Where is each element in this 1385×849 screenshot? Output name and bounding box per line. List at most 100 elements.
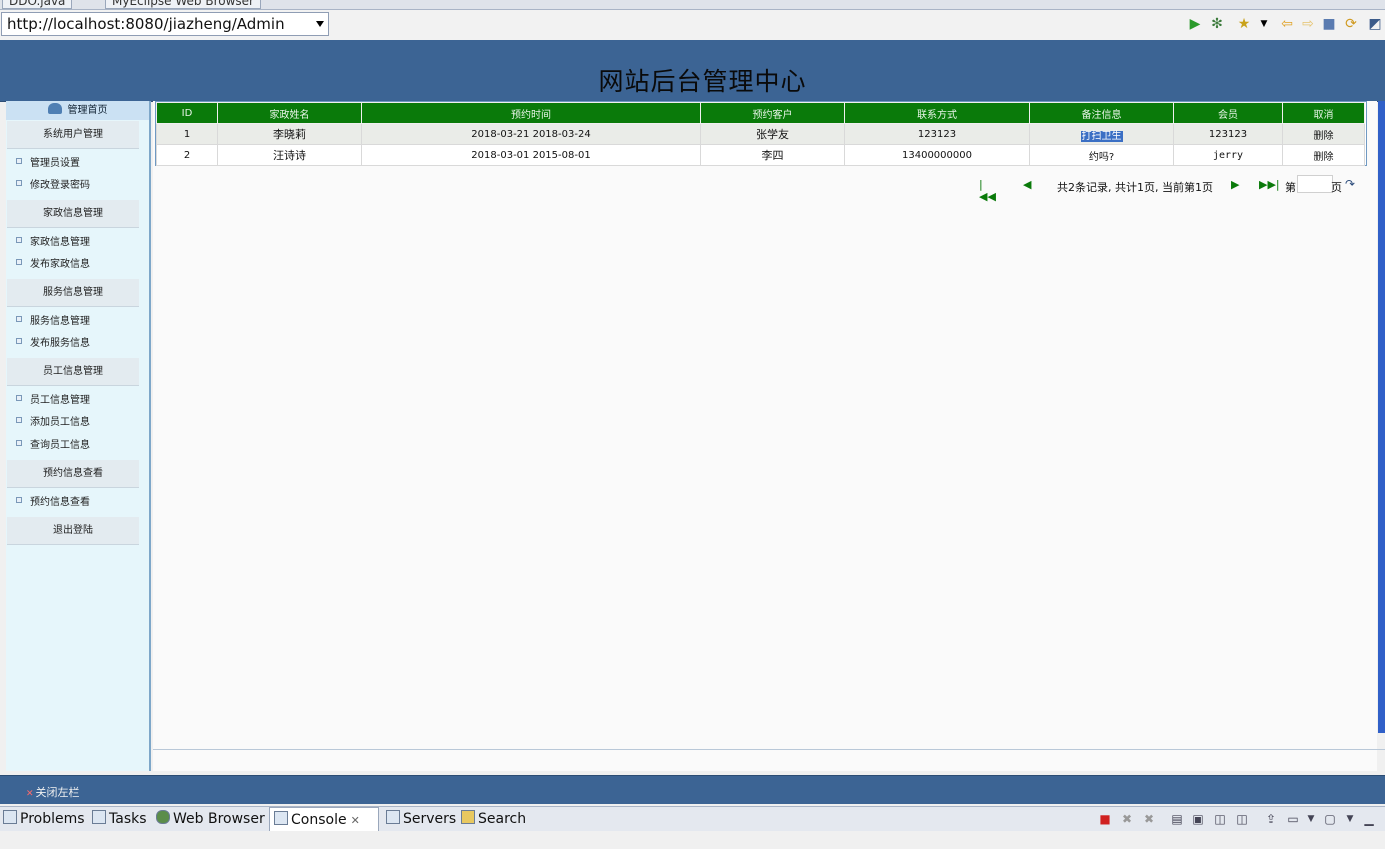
clear-console-icon[interactable]: ▤ xyxy=(1169,811,1185,827)
cell-id: 2 xyxy=(156,144,218,166)
vertical-scrollbar[interactable] xyxy=(1378,101,1385,733)
last-page-icon[interactable]: ▶▶| xyxy=(1259,179,1280,191)
footer-bar: ✕ 关闭左栏 xyxy=(0,775,1385,804)
table-header-row: ID 家政姓名 预约时间 预约客户 联系方式 备注信息 会员 取消 xyxy=(156,102,1365,124)
url-dropdown-icon[interactable] xyxy=(316,21,324,27)
sidebar-section-booking[interactable]: 预约信息查看 xyxy=(7,460,139,488)
tasks-icon xyxy=(92,810,106,824)
sidebar-item-service-manage[interactable]: 服务信息管理 xyxy=(16,315,90,329)
debug-icon[interactable]: ✻ xyxy=(1209,16,1225,32)
cell-customer: 李四 xyxy=(700,144,845,166)
cell-id: 1 xyxy=(156,123,218,145)
globe-icon xyxy=(156,810,170,824)
sidebar-item-staff-search[interactable]: 查询员工信息 xyxy=(16,439,90,453)
page-header: 网站后台管理中心 xyxy=(0,40,1385,102)
refresh-icon[interactable]: ⟳ xyxy=(1343,16,1359,32)
prev-page-icon[interactable]: ◀ xyxy=(1023,179,1031,191)
page-number-input[interactable] xyxy=(1297,175,1333,193)
display-dropdown-icon[interactable]: ▼ xyxy=(1303,811,1319,827)
scroll-lock-icon[interactable]: ▣ xyxy=(1190,811,1206,827)
pin-console-icon[interactable]: ⇪ xyxy=(1263,811,1279,827)
close-icon: ✕ xyxy=(26,789,34,799)
bullet-icon xyxy=(16,316,22,322)
stop-icon[interactable]: ■ xyxy=(1321,16,1337,32)
tab-search[interactable]: Search xyxy=(461,807,526,831)
url-combobox[interactable]: http://localhost:8080/jiazheng/Admin xyxy=(1,12,329,36)
col-header-cancel: 取消 xyxy=(1282,102,1365,124)
perspective-icon[interactable]: ◩ xyxy=(1367,16,1383,32)
sidebar-item-housekeeping-publish[interactable]: 发布家政信息 xyxy=(16,258,90,272)
browser-address-row: http://localhost:8080/jiazheng/Admin ▶ ✻… xyxy=(0,10,1385,41)
url-text[interactable]: http://localhost:8080/jiazheng/Admin xyxy=(7,15,285,33)
delete-link[interactable]: 删除 xyxy=(1282,123,1365,145)
tab-web-browser[interactable]: Web Browser xyxy=(156,807,265,831)
forward-icon[interactable]: ⇨ xyxy=(1300,16,1316,32)
editor-tab-web-browser[interactable]: MyEclipse Web Browser xyxy=(105,0,261,9)
bullet-icon xyxy=(16,338,22,344)
home-icon xyxy=(47,103,62,114)
open-console-dropdown-icon[interactable]: ▼ xyxy=(1342,811,1358,827)
sidebar-section-housekeeping[interactable]: 家政信息管理 xyxy=(7,200,139,228)
bullet-icon xyxy=(16,180,22,186)
cell-note: 打扫卫生 xyxy=(1029,123,1174,145)
tab-servers[interactable]: Servers xyxy=(386,807,456,831)
page-title: 网站后台管理中心 xyxy=(598,67,807,96)
problems-icon xyxy=(3,810,17,824)
remove-launch-icon[interactable]: ✖ xyxy=(1119,811,1135,827)
go-page-icon[interactable]: ↷ xyxy=(1345,177,1355,191)
col-header-customer: 预约客户 xyxy=(700,102,845,124)
show-on-error-icon[interactable]: ◫ xyxy=(1234,811,1250,827)
sidebar-logout[interactable]: 退出登陆 xyxy=(7,517,139,545)
main-content: ID 家政姓名 预约时间 预约客户 联系方式 备注信息 会员 取消 1 李晓莉 … xyxy=(153,101,1377,771)
display-console-icon[interactable]: ▭ xyxy=(1285,811,1301,827)
cell-name: 汪诗诗 xyxy=(217,144,362,166)
delete-link[interactable]: 删除 xyxy=(1282,144,1365,166)
tab-tasks[interactable]: Tasks xyxy=(92,807,147,831)
tab-console[interactable]: Console ✕ xyxy=(269,807,379,831)
sidebar-item-booking-view[interactable]: 预约信息查看 xyxy=(16,496,90,510)
terminate-icon[interactable]: ■ xyxy=(1097,811,1113,827)
col-header-time: 预约时间 xyxy=(361,102,701,124)
open-console-icon[interactable]: ▢ xyxy=(1322,811,1338,827)
sidebar-item-change-password[interactable]: 修改登录密码 xyxy=(16,179,90,193)
content-divider xyxy=(153,749,1385,750)
sidebar-home-label: 管理首页 xyxy=(67,105,108,116)
close-sidebar-link[interactable]: ✕ 关闭左栏 xyxy=(26,784,80,800)
next-page-icon[interactable]: ▶ xyxy=(1231,179,1239,191)
goto-suffix: 页 xyxy=(1331,181,1342,194)
first-page-icon[interactable]: |◀◀ xyxy=(979,179,996,203)
col-header-member: 会员 xyxy=(1173,102,1283,124)
favorites-icon[interactable]: ★ xyxy=(1236,16,1252,32)
editor-tab-strip: DDO.java MyEclipse Web Browser xyxy=(0,0,1385,10)
eclipse-view-tabs: Problems Tasks Web Browser Console ✕ Serv… xyxy=(0,806,1385,832)
col-header-name: 家政姓名 xyxy=(217,102,362,124)
close-tab-icon[interactable]: ✕ xyxy=(351,814,360,827)
console-icon xyxy=(274,811,288,825)
sidebar-item-housekeeping-manage[interactable]: 家政信息管理 xyxy=(16,236,90,250)
tab-problems[interactable]: Problems xyxy=(3,807,85,831)
sidebar-item-staff-manage[interactable]: 员工信息管理 xyxy=(16,394,90,408)
col-header-id: ID xyxy=(156,102,218,124)
cell-member: jerry xyxy=(1173,144,1283,166)
remove-all-icon[interactable]: ✖ xyxy=(1141,811,1157,827)
bullet-icon xyxy=(16,417,22,423)
servers-icon xyxy=(386,810,400,824)
sidebar-item-staff-add[interactable]: 添加员工信息 xyxy=(16,416,90,430)
back-icon[interactable]: ⇦ xyxy=(1279,16,1295,32)
goto-prefix: 第 xyxy=(1285,181,1296,194)
run-icon[interactable]: ▶ xyxy=(1187,16,1203,32)
sidebar-section-service[interactable]: 服务信息管理 xyxy=(7,279,139,307)
favorites-dropdown-icon[interactable]: ▼ xyxy=(1256,16,1272,32)
sidebar-item-admin-settings[interactable]: 管理员设置 xyxy=(16,157,80,171)
show-on-output-icon[interactable]: ◫ xyxy=(1212,811,1228,827)
sidebar-home[interactable]: 管理首页 xyxy=(6,101,149,120)
editor-tab-ddo[interactable]: DDO.java xyxy=(2,0,73,9)
minimize-icon[interactable]: ▁ xyxy=(1361,811,1377,827)
sidebar-section-staff[interactable]: 员工信息管理 xyxy=(7,358,139,386)
booking-table-wrap: ID 家政姓名 预约时间 预约客户 联系方式 备注信息 会员 取消 1 李晓莉 … xyxy=(155,101,1367,166)
booking-table: ID 家政姓名 预约时间 预约客户 联系方式 备注信息 会员 取消 1 李晓莉 … xyxy=(156,102,1365,166)
col-header-contact: 联系方式 xyxy=(844,102,1030,124)
cell-time: 2018-03-21 2018-03-24 xyxy=(361,123,701,145)
sidebar-section-system-users[interactable]: 系统用户管理 xyxy=(7,121,139,149)
sidebar-item-service-publish[interactable]: 发布服务信息 xyxy=(16,337,90,351)
